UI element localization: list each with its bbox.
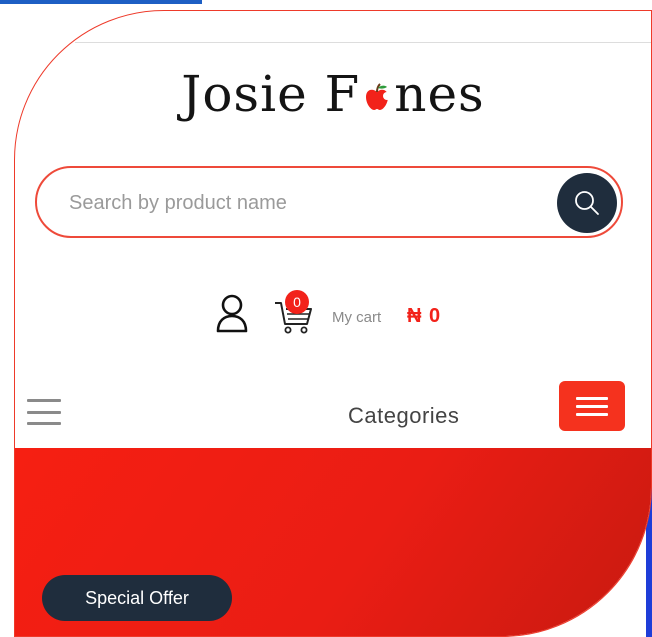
header-divider [75,42,651,43]
apple-icon [362,71,392,110]
categories-button-line [576,396,608,400]
hamburger-line [27,399,61,402]
user-icon[interactable] [215,293,249,333]
hamburger-menu-icon[interactable] [27,399,61,425]
hamburger-line [27,422,61,425]
special-offer-button[interactable]: Special Offer [42,575,232,621]
search-button[interactable] [557,173,617,233]
cart-label[interactable]: My cart [332,309,381,326]
page-frame: Josie F nes 0 My cart ₦ 0 [14,10,652,637]
logo-text-left: Josie F [181,65,361,123]
search-input[interactable] [67,186,541,220]
categories-button-line [576,412,608,416]
categories-label: Categories [348,403,460,428]
cart-total[interactable]: ₦ 0 [407,305,441,328]
hamburger-line [27,410,61,414]
nav-bar: Categories [15,373,651,451]
search-icon [575,191,599,215]
cart-count-badge: 0 [285,290,309,314]
categories-button-line [576,404,608,408]
site-logo[interactable]: Josie F nes [15,69,651,119]
logo-text-right: nes [394,65,485,123]
top-accent-bar [0,0,202,4]
categories-toggle-button[interactable] [559,381,625,431]
search-bar [35,166,623,238]
